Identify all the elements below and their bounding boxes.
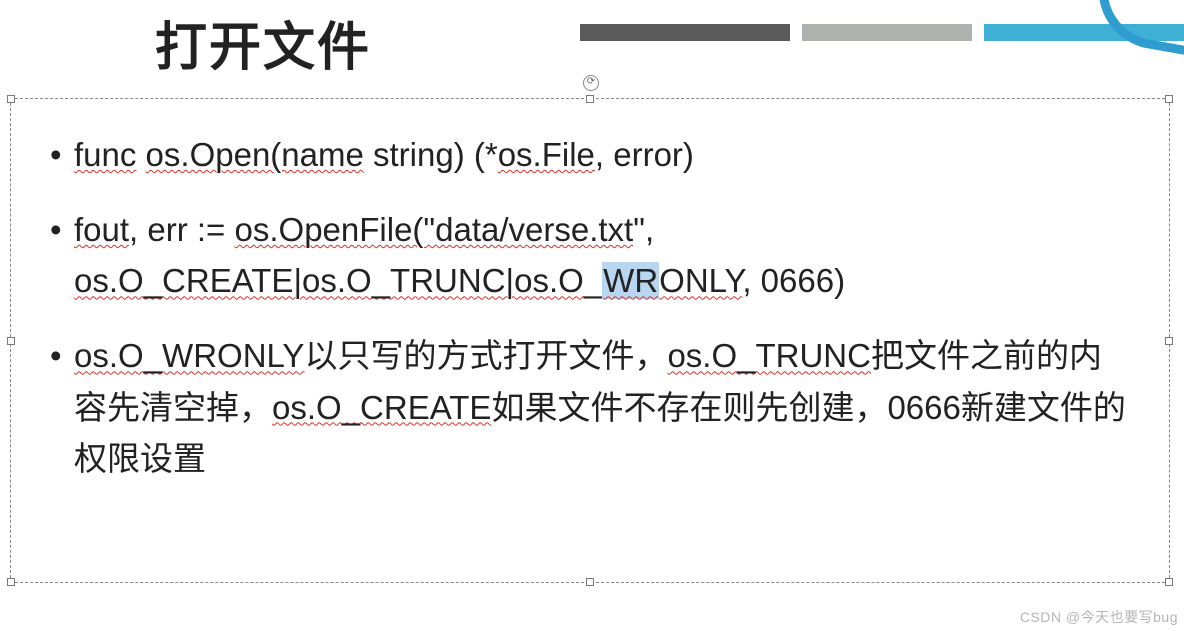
resize-handle-ne[interactable] [1165,95,1173,103]
resize-handle-se[interactable] [1165,578,1173,586]
text: _ [584,262,602,299]
resize-handle-e[interactable] [1165,337,1173,345]
decor-bar-dark [580,24,790,41]
resize-handle-s[interactable] [586,578,594,586]
watermark: CSDN @今天也要写bug [1020,607,1178,627]
text: os.O_CREATE [272,389,491,426]
bullet-item-1[interactable]: func os.Open(name string) (*os.File, err… [46,129,1134,180]
bullet-item-2[interactable]: fout, err := os.OpenFile("data/verse.txt… [46,204,1134,306]
text: , err := [129,211,234,248]
resize-handle-w[interactable] [7,337,15,345]
rotate-handle-icon[interactable]: ⟳ [583,75,599,91]
text: os.O_CREATE|os.O_TRUNC|os.O [74,262,584,299]
text-frame[interactable]: ⟳ func os.Open(name string) (*os.File, e… [10,98,1170,583]
text: WRONLY [602,262,742,299]
text: os.O_TRUNC [667,337,871,374]
text: , error) [595,136,694,173]
text: os.Open(name [146,136,364,173]
text [136,136,145,173]
decor-bars [568,22,1184,42]
resize-handle-nw[interactable] [7,95,15,103]
text: ONLY [659,262,742,299]
text: 以只写的方式打开文件， [304,337,667,374]
highlight: WR [602,262,659,299]
decor-bar-gray [802,24,972,41]
text: os.O_WRONLY [74,337,304,374]
slide: 打开文件 ⟳ func os.Open(name string) (*os.Fi… [0,0,1184,631]
resize-handle-sw[interactable] [7,578,15,586]
text: ", [633,211,654,248]
text: fout [74,211,129,248]
bullet-list: func os.Open(name string) (*os.File, err… [46,129,1134,484]
resize-handle-n[interactable] [586,95,594,103]
text: os.OpenFile("data/verse.txt [235,211,634,248]
text: os.File [498,136,595,173]
bullet-item-3[interactable]: os.O_WRONLY以只写的方式打开文件，os.O_TRUNC把文件之前的内容… [46,330,1134,483]
text: string) (* [364,136,498,173]
slide-title: 打开文件 [155,5,371,80]
text: func [74,136,136,173]
text: , 0666) [742,262,845,299]
